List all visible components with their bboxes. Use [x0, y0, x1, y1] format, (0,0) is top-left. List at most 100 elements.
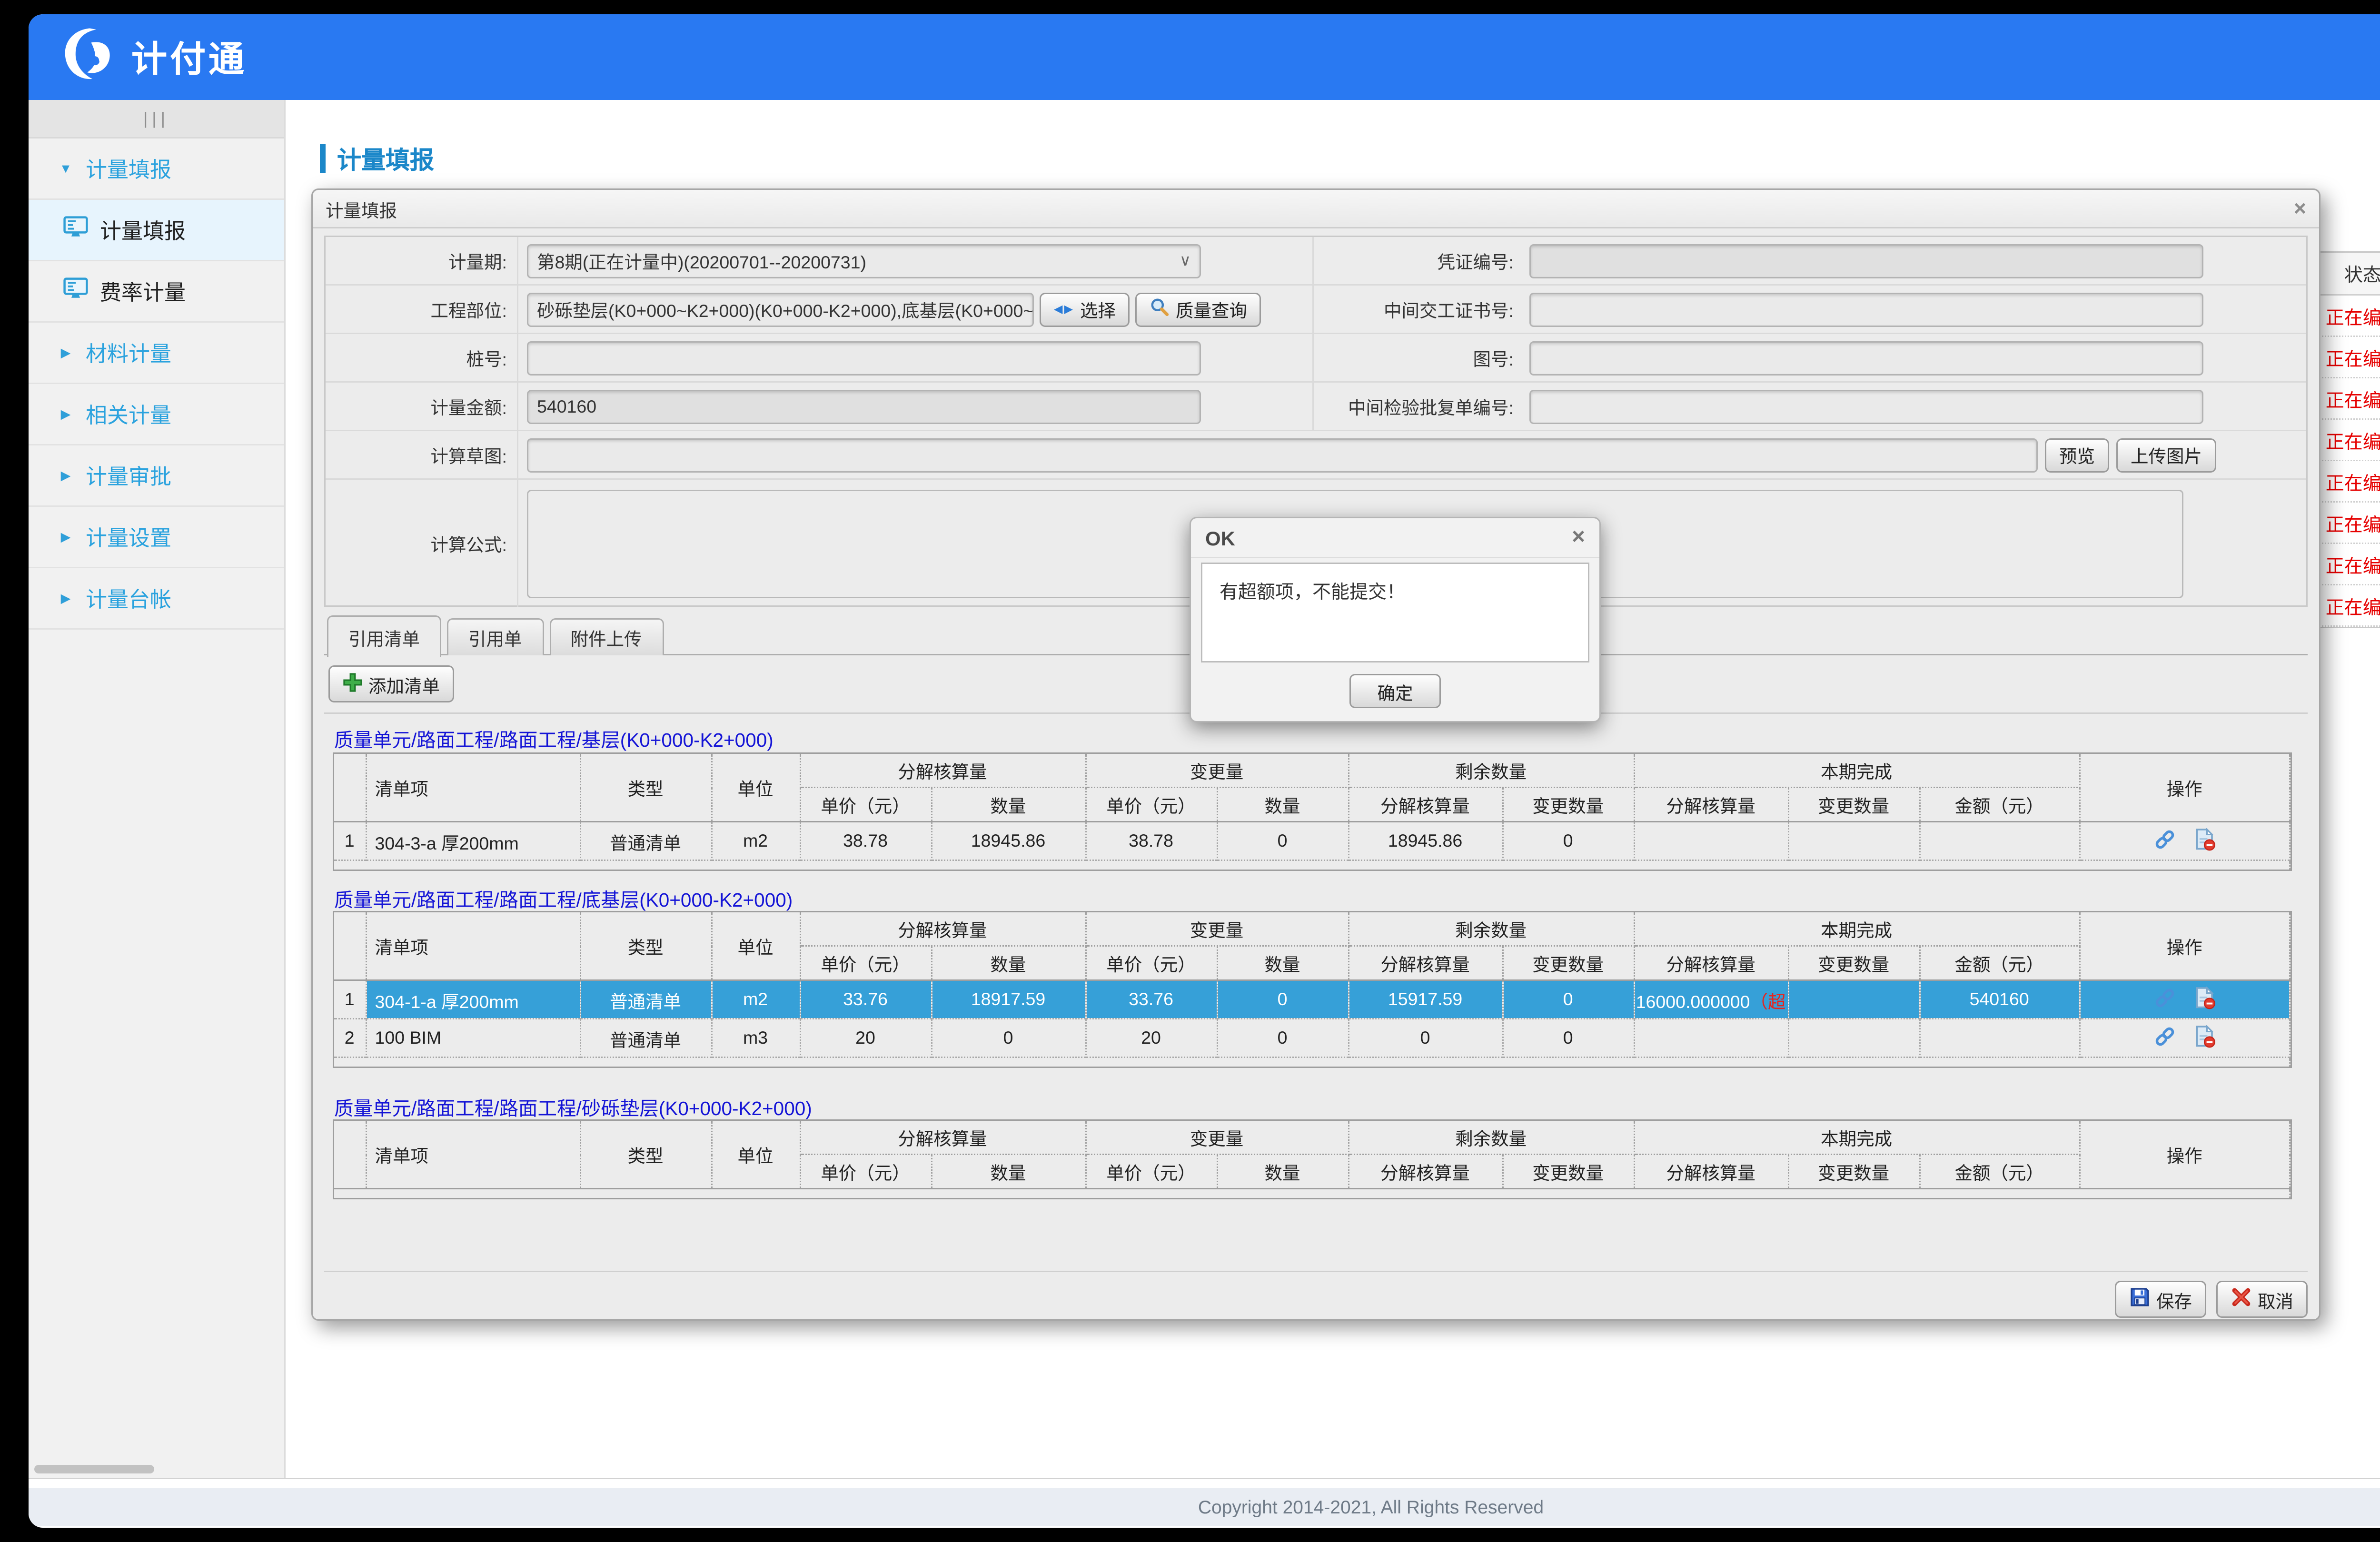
confirm-button[interactable]: 确定: [1349, 674, 1441, 708]
sidebar-group-measure-ledger[interactable]: ▶ 计量台帐: [29, 568, 284, 630]
sidebar-nav: ▼ 计量填报 计量填报 费率计量 ▶ 材料计量: [29, 138, 284, 630]
sidebar-group-related-measure[interactable]: ▶ 相关计量: [29, 384, 284, 445]
stake-field[interactable]: [527, 341, 1201, 375]
quality-query-button[interactable]: 质量查询: [1136, 292, 1261, 326]
over-quota-flag: （超: [1750, 992, 1786, 1012]
formula-label: 计算公式:: [326, 480, 518, 607]
batch-field[interactable]: [1529, 389, 2203, 424]
sidebar-group-measure-fill[interactable]: ▼ 计量填报: [29, 138, 284, 200]
quality-unit-link-cushion[interactable]: 质量单元/路面工程/路面工程/砂砾垫层(K0+000-K2+000): [334, 1092, 812, 1121]
drawing-label: 图号:: [1314, 334, 1524, 381]
copyright-text: Copyright 2014-2021, All Rights Reserved: [1198, 1496, 1544, 1518]
app-window: 计付通 通知 管理员 ||| ▼ 计量填报: [29, 14, 2380, 1528]
cert-field[interactable]: [1529, 292, 2203, 326]
preview-button[interactable]: 预览: [2045, 438, 2109, 472]
link-icon[interactable]: [2153, 986, 2176, 1013]
chevron-right-icon: ▶: [57, 345, 74, 361]
save-button[interactable]: 保存: [2115, 1281, 2206, 1318]
add-list-button[interactable]: 添加清单: [328, 665, 454, 702]
close-icon[interactable]: ×: [2294, 198, 2306, 219]
stake-label: 桩号:: [326, 334, 518, 381]
page-title: 计量填报: [320, 140, 434, 176]
period-label: 计量期:: [326, 237, 518, 284]
drawing-field[interactable]: [1529, 341, 2203, 375]
list-table-cushion: 清单项 类型 单位 分解核算量 变更量 剩余数量 本期完成 操作: [333, 1119, 2292, 1199]
select-part-button[interactable]: ◀▶ 选择: [1040, 292, 1130, 326]
voucher-label: 凭证编号:: [1314, 237, 1524, 284]
sketch-field[interactable]: [527, 438, 2038, 472]
sketch-label: 计算草图:: [326, 431, 518, 478]
form-row: 计量金额: 540160 中间检验批复单编号:: [326, 383, 2306, 431]
monitor-icon: [63, 277, 89, 306]
chevron-down-icon: ∨: [1180, 251, 1191, 270]
dialog-title: 计量填报: [326, 195, 397, 222]
part-field[interactable]: 砂砾垫层(K0+000~K2+000)(K0+000-K2+000),底基层(K…: [527, 292, 1034, 326]
app-logo-icon: [60, 25, 117, 89]
list-row[interactable]: 1 304-3-a 厚200mm 普通清单 m2 38.78 18945.86 …: [334, 822, 2290, 860]
form-row: 计量期: 第8期(正在计量中)(20200701--20200731) ∨ 凭证…: [326, 237, 2306, 286]
alert-dialog: OK × 有超额项，不能提交！ 确定: [1190, 517, 1601, 722]
period-select[interactable]: 第8期(正在计量中)(20200701--20200731) ∨: [527, 244, 1201, 278]
form-row: 工程部位: 砂砾垫层(K0+000~K2+000)(K0+000-K2+000)…: [326, 286, 2306, 334]
chevron-right-icon: ▶: [57, 591, 74, 606]
voucher-field[interactable]: [1529, 244, 2203, 278]
delete-row-icon[interactable]: [2193, 1025, 2216, 1052]
dialog-footer: 保存 取消: [324, 1271, 2308, 1318]
alert-footer: 确定: [1191, 674, 1599, 708]
batch-label: 中间检验批复单编号:: [1314, 383, 1524, 430]
app-logo-group: 计付通: [60, 25, 247, 89]
over-quota-cell: 16000.000000（超: [1634, 980, 1788, 1019]
tab-quote-sheet[interactable]: 引用单: [447, 618, 544, 655]
tab-attachment-upload[interactable]: 附件上传: [549, 618, 664, 655]
main-content: 计量填报 状态 操作 正在编辑: [286, 100, 2380, 1478]
amount-field[interactable]: 540160: [527, 389, 1201, 424]
sidebar: ||| ▼ 计量填报 计量填报 费率计量 ▶: [29, 100, 286, 1478]
stage: 计付通 通知 管理员 ||| ▼ 计量填报: [0, 0, 2380, 1542]
upload-image-button[interactable]: 上传图片: [2116, 438, 2216, 472]
sidebar-drag-handle[interactable]: |||: [29, 100, 284, 138]
bottom-spacer: [29, 1479, 2380, 1488]
link-icon[interactable]: [2153, 1025, 2176, 1052]
amount-label: 计量金额:: [326, 383, 518, 430]
measure-dialog: 计量填报 × 计量期: 第8期(正在计量中)(20200701--2020073…: [311, 188, 2320, 1321]
list-row[interactable]: 2 100 BIM 普通清单 m3 20 0 20 0 0 0: [334, 1019, 2290, 1058]
title-accent-bar: [320, 144, 326, 172]
sidebar-group-measure-settings[interactable]: ▶ 计量设置: [29, 507, 284, 568]
list-table-subbase: 清单项 类型 单位 分解核算量 变更量 剩余数量 本期完成 操作: [333, 911, 2292, 1068]
close-icon[interactable]: ×: [1572, 526, 1585, 549]
sidebar-item-measure-fill[interactable]: 计量填报: [29, 200, 284, 261]
cancel-button[interactable]: 取消: [2216, 1281, 2308, 1318]
delete-row-icon[interactable]: [2193, 986, 2216, 1013]
cancel-x-icon: [2231, 1286, 2252, 1312]
monitor-icon: [63, 216, 89, 244]
form-row: 计算草图: 预览 上传图片: [326, 431, 2306, 480]
alert-titlebar: OK ×: [1191, 518, 1599, 558]
sidebar-group-material-measure[interactable]: ▶ 材料计量: [29, 323, 284, 384]
chevron-right-icon: ▶: [57, 529, 74, 545]
tab-quote-list[interactable]: 引用清单: [327, 615, 441, 657]
chevron-down-icon: ▼: [57, 161, 74, 176]
sidebar-item-rate-measure[interactable]: 费率计量: [29, 261, 284, 323]
dialog-titlebar: 计量填报 ×: [313, 190, 2319, 228]
form-row: 桩号: 图号:: [326, 334, 2306, 383]
list-row-selected[interactable]: 1 304-1-a 厚200mm 普通清单 m2 33.76 18917.59 …: [334, 980, 2290, 1019]
app-header: 计付通 通知 管理员: [29, 14, 2380, 100]
list-table-base: 清单项 类型 单位 分解核算量 变更量 剩余数量 本期完成 操作: [333, 752, 2292, 871]
quality-unit-link-subbase[interactable]: 质量单元/路面工程/路面工程/底基层(K0+000-K2+000): [334, 884, 793, 912]
cert-label: 中间交工证书号:: [1314, 286, 1524, 333]
sidebar-hscrollbar-thumb[interactable]: [34, 1465, 154, 1473]
plus-icon: [343, 672, 363, 696]
link-icon[interactable]: [2153, 828, 2176, 855]
body-row: ||| ▼ 计量填报 计量填报 费率计量 ▶: [29, 100, 2380, 1479]
alert-title: OK: [1205, 526, 1235, 549]
sidebar-group-measure-approval[interactable]: ▶ 计量审批: [29, 445, 284, 507]
app-footer: Copyright 2014-2021, All Rights Reserved: [29, 1488, 2380, 1526]
chevron-right-icon: ▶: [57, 406, 74, 422]
delete-row-icon[interactable]: [2193, 828, 2216, 855]
part-label: 工程部位:: [326, 286, 518, 333]
alert-message: 有超额项，不能提交！: [1201, 563, 1589, 662]
chevron-right-icon: ▶: [57, 468, 74, 484]
quality-unit-link-base[interactable]: 质量单元/路面工程/路面工程/基层(K0+000-K2+000): [334, 724, 774, 752]
magnifier-icon: [1150, 297, 1170, 321]
swap-arrows-icon: ◀▶: [1054, 303, 1074, 316]
